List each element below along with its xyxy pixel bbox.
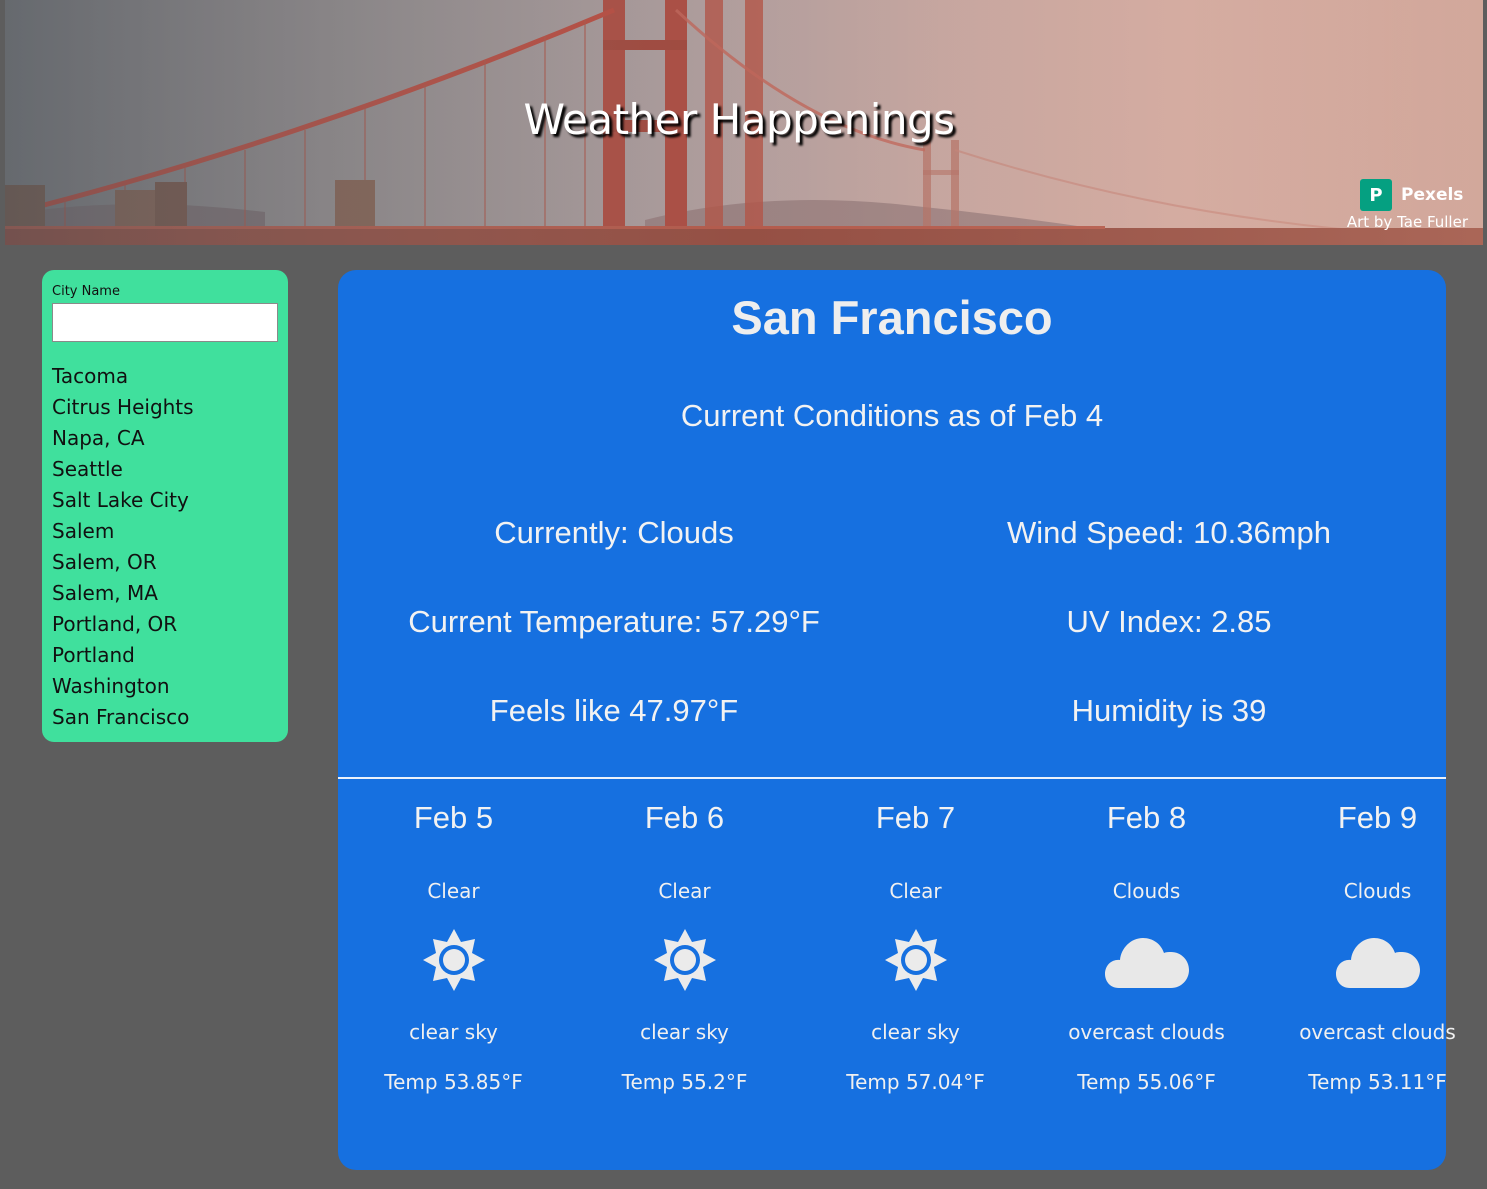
forecast-temp: Temp 55.2°F [621, 1070, 748, 1094]
forecast-temp: Temp 53.11°F [1308, 1070, 1447, 1094]
wind-speed: Wind Speed: 10.36mph [1007, 515, 1331, 550]
pexels-logo-icon: P [1360, 179, 1392, 211]
forecast-temp: Temp 55.06°F [1077, 1070, 1216, 1094]
pexels-label: Pexels [1401, 185, 1464, 205]
city-history-item[interactable]: Napa, CA [52, 423, 278, 454]
forecast-day: Feb 6 Clear clear sky Temp 55.2°F [569, 790, 800, 1094]
city-history-item[interactable]: Salt Lake City [52, 485, 278, 516]
humidity: Humidity is 39 [1071, 693, 1267, 728]
city-history-item[interactable]: San Francisco [52, 702, 278, 733]
forecast-main: Clear [889, 879, 942, 903]
forecast-date: Feb 5 [413, 800, 494, 835]
current-condition: Currently: Clouds [494, 515, 734, 550]
city-history-item[interactable]: Salem, MA [52, 578, 278, 609]
city-history-item[interactable]: Portland, OR [52, 609, 278, 640]
app-title: Weather Happenings [523, 95, 955, 144]
city-name-input[interactable] [52, 303, 278, 342]
pexels-badge[interactable]: P Pexels [1360, 179, 1463, 211]
forecast-description: overcast clouds [1068, 1020, 1225, 1044]
city-history-list: Tacoma Citrus Heights Napa, CA Seattle S… [52, 361, 278, 733]
five-day-forecast: Feb 5 Clear clear sky Temp 53.85°F Feb 6… [338, 790, 1456, 1094]
forecast-description: overcast clouds [1299, 1020, 1456, 1044]
city-search-sidebar: City Name Tacoma Citrus Heights Napa, CA… [42, 270, 288, 742]
sun-icon [422, 929, 485, 991]
forecast-day: Feb 8 Clouds overcast clouds Temp 55.06°… [1031, 790, 1262, 1094]
forecast-day: Feb 9 Clouds overcast clouds Temp 53.11°… [1262, 790, 1487, 1094]
forecast-description: clear sky [871, 1020, 960, 1044]
forecast-main: Clouds [1343, 879, 1412, 903]
sun-icon [653, 929, 716, 991]
forecast-main: Clouds [1112, 879, 1181, 903]
forecast-date: Feb 6 [644, 800, 725, 835]
cloud-icon [1335, 938, 1420, 988]
city-history-item[interactable]: Seattle [52, 454, 278, 485]
city-history-item[interactable]: Washington [52, 671, 278, 702]
current-city-title: San Francisco [731, 291, 1053, 344]
city-history-item[interactable]: Tacoma [52, 361, 278, 392]
divider [338, 777, 1446, 779]
city-history-item[interactable]: Salem, OR [52, 547, 278, 578]
forecast-day: Feb 7 Clear clear sky Temp 57.04°F [800, 790, 1031, 1094]
forecast-description: clear sky [409, 1020, 498, 1044]
city-history-item[interactable]: Portland [52, 640, 278, 671]
forecast-day: Feb 5 Clear clear sky Temp 53.85°F [338, 790, 569, 1094]
header-banner: Weather Happenings P Pexels Art by Tae F… [5, 0, 1483, 245]
current-temperature: Current Temperature: 57.29°F [408, 604, 820, 639]
forecast-date: Feb 7 [875, 800, 956, 835]
forecast-temp: Temp 53.85°F [384, 1070, 523, 1094]
sun-icon [884, 929, 947, 991]
city-name-label: City Name [52, 284, 120, 299]
forecast-main: Clear [427, 879, 480, 903]
forecast-date: Feb 9 [1337, 800, 1418, 835]
city-history-item[interactable]: Salem [52, 516, 278, 547]
city-history-item[interactable]: Citrus Heights [52, 392, 278, 423]
art-credit: Art by Tae Fuller [1346, 213, 1468, 231]
forecast-description: clear sky [640, 1020, 729, 1044]
weather-panel: San Francisco Current Conditions as of F… [338, 270, 1456, 1170]
uv-index: UV Index: 2.85 [1066, 604, 1272, 639]
forecast-main: Clear [658, 879, 711, 903]
forecast-date: Feb 8 [1106, 800, 1187, 835]
forecast-temp: Temp 57.04°F [846, 1070, 985, 1094]
current-conditions-date: Current Conditions as of Feb 4 [680, 398, 1104, 433]
feels-like: Feels like 47.97°F [489, 693, 739, 728]
cloud-icon [1104, 938, 1189, 988]
